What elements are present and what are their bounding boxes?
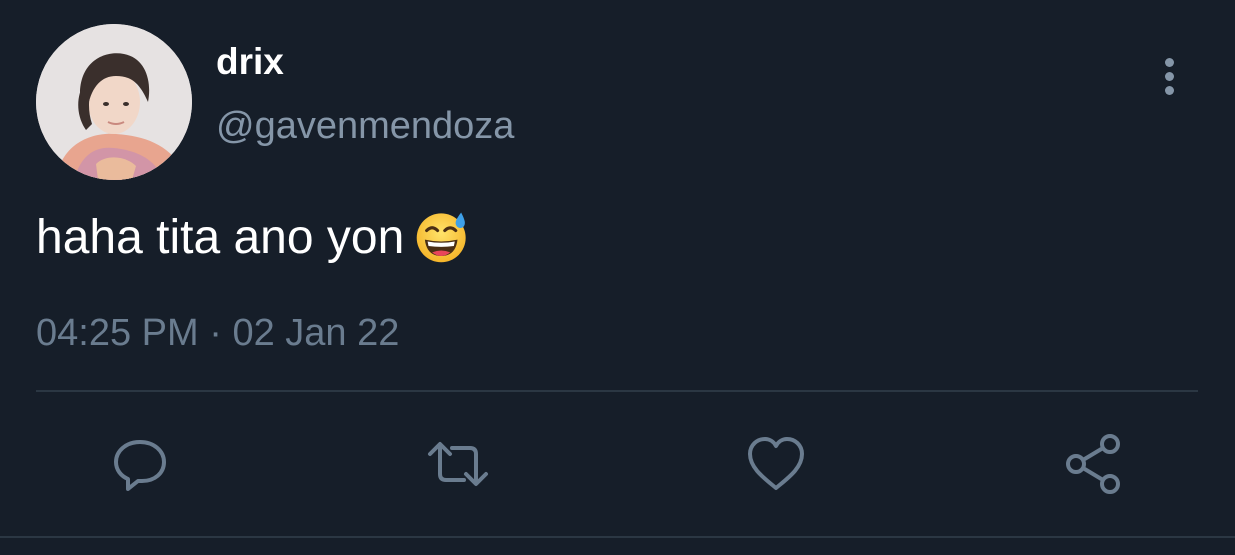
tweet-card: drix @gavenmendoza haha tita ano yon 04:… (0, 0, 1235, 555)
grinning-face-with-sweat-icon (417, 212, 466, 263)
avatar-photo (36, 24, 192, 180)
share-icon (1066, 434, 1120, 494)
tweet-timestamp: 04:25 PM · 02 Jan 22 (36, 310, 399, 356)
retweet-icon (428, 442, 488, 486)
tweet-time: 04:25 PM (36, 312, 199, 354)
tweet-date: 02 Jan 22 (232, 312, 400, 354)
bottom-divider (0, 536, 1235, 538)
share-button[interactable] (1062, 432, 1126, 496)
reply-icon (114, 440, 166, 491)
user-handle[interactable]: @gavenmendoza (216, 104, 514, 148)
reply-button[interactable] (108, 432, 172, 496)
display-name[interactable]: drix (216, 40, 284, 84)
retweet-button[interactable] (426, 432, 490, 496)
like-button[interactable] (744, 432, 808, 496)
divider (36, 390, 1198, 392)
meta-separator: · (209, 312, 222, 354)
heart-icon (748, 437, 804, 490)
tweet-text: haha tita ano yon (36, 210, 472, 269)
tweet-text-content: haha tita ano yon (36, 211, 405, 264)
avatar[interactable] (36, 24, 192, 180)
more-vertical-icon[interactable] (1152, 54, 1188, 98)
